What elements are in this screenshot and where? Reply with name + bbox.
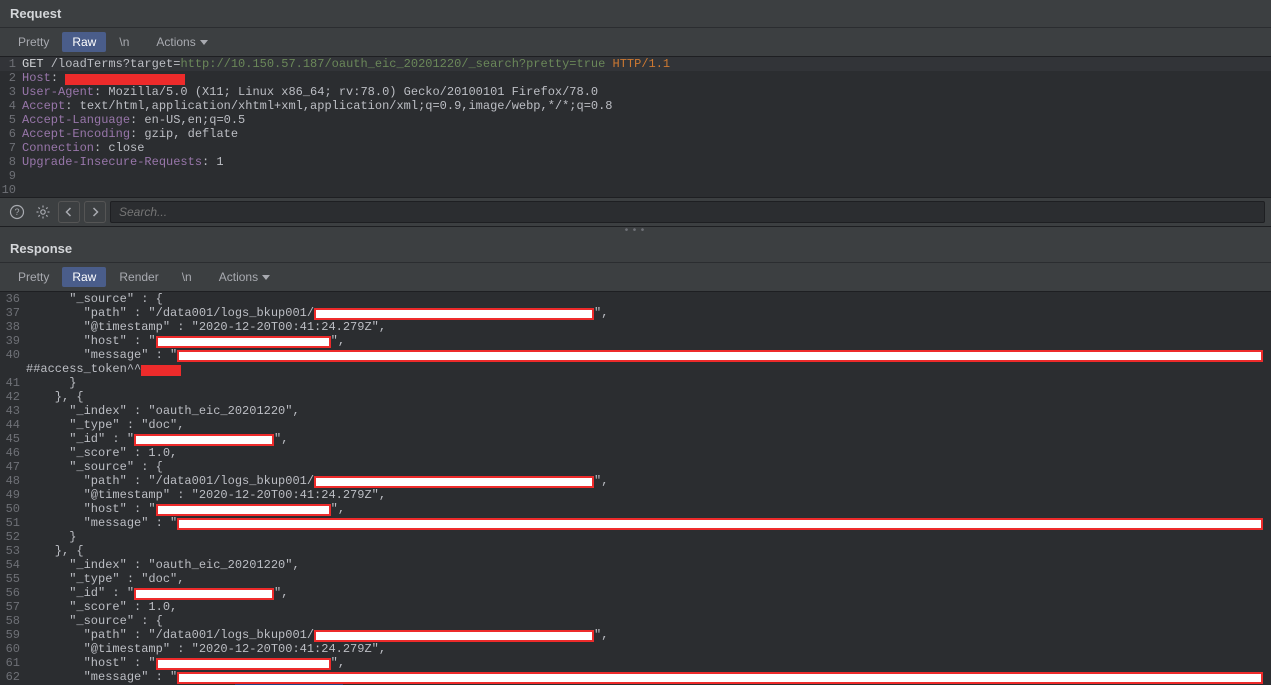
redacted-host	[156, 336, 331, 348]
actions-label-resp: Actions	[219, 270, 258, 284]
response-body[interactable]: 36 "_source" : { 37 "path" : "/data001/l…	[0, 292, 1271, 685]
tab-render-resp[interactable]: Render	[109, 267, 168, 287]
tab-raw[interactable]: Raw	[62, 32, 106, 52]
tab-pretty[interactable]: Pretty	[8, 32, 59, 52]
actions-dropdown-resp[interactable]: Actions	[211, 267, 278, 287]
tab-newline-resp[interactable]: \n	[172, 267, 202, 287]
arrow-left-icon[interactable]	[58, 201, 80, 223]
tab-raw-resp[interactable]: Raw	[62, 267, 106, 287]
request-toolbar: Pretty Raw \n Actions	[0, 28, 1271, 57]
redacted-token	[141, 365, 181, 376]
tab-pretty-resp[interactable]: Pretty	[8, 267, 59, 287]
request-body[interactable]: 1GET /loadTerms?target=http://10.150.57.…	[0, 57, 1271, 197]
tab-newline[interactable]: \n	[109, 32, 139, 52]
panel-divider[interactable]: •••	[0, 227, 1271, 235]
response-toolbar: Pretty Raw Render \n Actions	[0, 263, 1271, 292]
redacted-host	[156, 504, 331, 516]
redacted-host	[65, 74, 185, 85]
chevron-down-icon	[200, 40, 208, 45]
redacted-host	[156, 658, 331, 670]
response-header: Response	[0, 235, 1271, 263]
actions-dropdown[interactable]: Actions	[148, 32, 215, 52]
request-header: Request	[0, 0, 1271, 28]
redacted-path	[314, 630, 594, 642]
help-icon[interactable]: ?	[6, 201, 28, 223]
redacted-id	[134, 588, 274, 600]
search-input[interactable]	[110, 201, 1265, 223]
gear-icon[interactable]	[32, 201, 54, 223]
redacted-message	[177, 672, 1263, 684]
search-bar: ?	[0, 197, 1271, 227]
redacted-path	[314, 476, 594, 488]
redacted-message	[177, 518, 1263, 530]
svg-text:?: ?	[14, 207, 19, 217]
redacted-message	[177, 350, 1263, 362]
redacted-path	[314, 308, 594, 320]
chevron-down-icon	[262, 275, 270, 280]
redacted-id	[134, 434, 274, 446]
actions-label: Actions	[156, 35, 195, 49]
arrow-right-icon[interactable]	[84, 201, 106, 223]
